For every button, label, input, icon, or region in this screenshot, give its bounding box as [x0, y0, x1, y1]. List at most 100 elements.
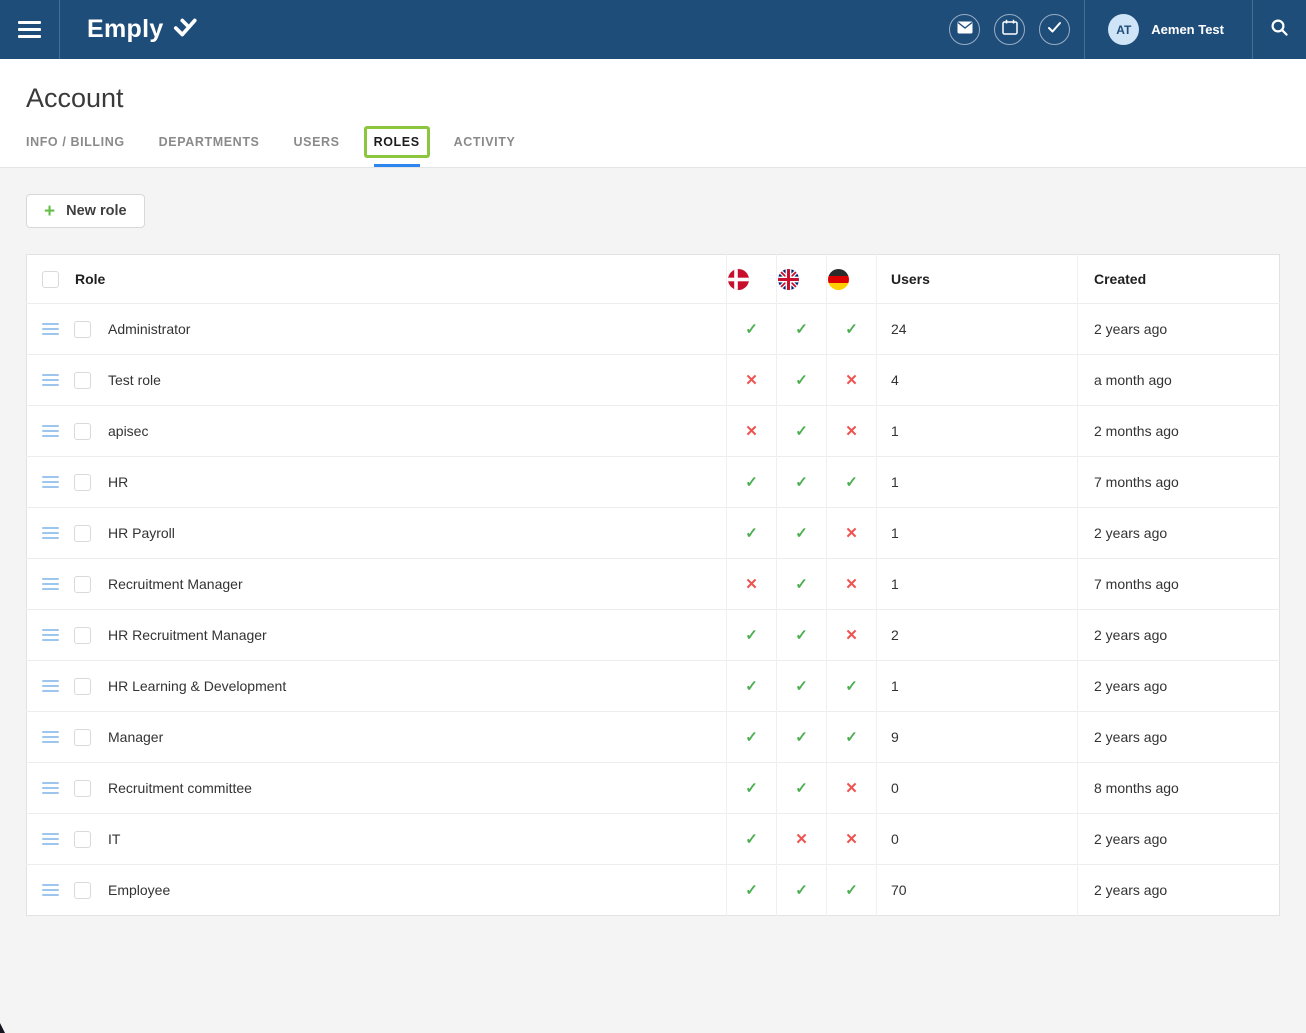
- users-count: 1: [891, 525, 899, 541]
- drag-handle-icon[interactable]: [42, 424, 59, 439]
- role-name[interactable]: Recruitment committee: [108, 780, 252, 796]
- table-row: Manager✓✓✓92 years ago: [27, 712, 1280, 763]
- cross-icon: ✕: [745, 372, 758, 389]
- users-count: 1: [891, 423, 899, 439]
- table-row: HR✓✓✓17 months ago: [27, 457, 1280, 508]
- drag-handle-icon[interactable]: [42, 373, 59, 388]
- drag-handle-icon[interactable]: [42, 475, 59, 490]
- messages-button[interactable]: [949, 14, 980, 45]
- drag-handle-icon[interactable]: [42, 679, 59, 694]
- table-row: apisec✕✓✕12 months ago: [27, 406, 1280, 457]
- cross-icon: ✕: [745, 576, 758, 593]
- tab-users[interactable]: USERS: [294, 135, 340, 167]
- drag-handle-icon[interactable]: [42, 322, 59, 337]
- row-checkbox[interactable]: [74, 576, 91, 593]
- user-menu[interactable]: AT Aemen Test: [1085, 0, 1252, 59]
- select-all-checkbox[interactable]: [42, 271, 59, 288]
- roles-table: Role: [26, 254, 1280, 916]
- created-column-header: Created: [1078, 255, 1280, 304]
- role-name[interactable]: HR Recruitment Manager: [108, 627, 267, 643]
- check-icon: ✓: [795, 576, 808, 593]
- tab-roles[interactable]: ROLES: [374, 135, 420, 167]
- role-name[interactable]: HR Payroll: [108, 525, 175, 541]
- tab-roles-label: ROLES: [374, 135, 420, 149]
- search-button[interactable]: [1253, 0, 1306, 59]
- calendar-button[interactable]: [994, 14, 1025, 45]
- role-name[interactable]: HR: [108, 474, 128, 490]
- new-role-button[interactable]: + New role: [26, 194, 145, 228]
- role-name[interactable]: Test role: [108, 372, 161, 388]
- check-icon: ✓: [745, 780, 758, 797]
- row-checkbox[interactable]: [74, 372, 91, 389]
- emply-logo-icon: [172, 14, 198, 45]
- tab-activity[interactable]: ACTIVITY: [454, 135, 516, 167]
- tasks-button[interactable]: [1039, 14, 1070, 45]
- drag-handle-icon[interactable]: [42, 832, 59, 847]
- uk-flag-icon: [778, 269, 799, 290]
- check-icon: ✓: [795, 321, 808, 338]
- roles-table-body: Administrator ✓ ✓ ✓ 24 2 years ago Test role ✕ ✓…: [27, 304, 1280, 916]
- check-icon: ✓: [795, 474, 808, 491]
- main-content: + New role Role: [0, 168, 1306, 942]
- cross-icon: ✕: [845, 372, 858, 389]
- users-count: 24: [891, 321, 907, 337]
- created-time: 2 years ago: [1094, 525, 1167, 541]
- check-icon: ✓: [795, 627, 808, 644]
- drag-handle-icon[interactable]: [42, 781, 59, 796]
- role-name[interactable]: Recruitment Manager: [108, 576, 243, 592]
- tab-departments[interactable]: DEPARTMENTS: [159, 135, 260, 167]
- germany-flag-icon: [828, 269, 849, 290]
- brand-name: Emply: [87, 15, 164, 44]
- drag-handle-icon[interactable]: [42, 883, 59, 898]
- created-time: 2 years ago: [1094, 831, 1167, 847]
- page-title: Account: [26, 59, 1280, 114]
- navbar: Emply: [0, 0, 1306, 59]
- row-checkbox[interactable]: [74, 678, 91, 695]
- created-time: 2 years ago: [1094, 729, 1167, 745]
- check-icon: ✓: [845, 474, 858, 491]
- check-icon: [1047, 21, 1062, 39]
- drag-handle-icon[interactable]: [42, 526, 59, 541]
- page-header: Account INFO / BILLING DEPARTMENTS USERS…: [0, 59, 1306, 168]
- users-column-header: Users: [877, 255, 1078, 304]
- created-time: 2 years ago: [1094, 321, 1167, 337]
- role-name[interactable]: apisec: [108, 423, 148, 439]
- check-icon: ✓: [745, 474, 758, 491]
- row-checkbox[interactable]: [74, 525, 91, 542]
- check-icon: ✓: [795, 525, 808, 542]
- tab-info-billing[interactable]: INFO / BILLING: [26, 135, 125, 167]
- row-checkbox[interactable]: [74, 321, 91, 338]
- table-row: Administrator✓✓✓242 years ago: [27, 304, 1280, 355]
- cross-icon: ✕: [845, 780, 858, 797]
- drag-handle-icon[interactable]: [42, 577, 59, 592]
- role-name[interactable]: Employee: [108, 882, 170, 898]
- users-count: 1: [891, 474, 899, 490]
- cross-icon: ✕: [845, 831, 858, 848]
- users-count: 1: [891, 678, 899, 694]
- row-checkbox[interactable]: [74, 780, 91, 797]
- row-checkbox[interactable]: [74, 882, 91, 899]
- users-count: 70: [891, 882, 907, 898]
- cross-icon: ✕: [795, 831, 808, 848]
- check-icon: ✓: [795, 882, 808, 899]
- row-checkbox[interactable]: [74, 423, 91, 440]
- drag-handle-icon[interactable]: [42, 730, 59, 745]
- drag-handle-icon[interactable]: [42, 628, 59, 643]
- cross-icon: ✕: [845, 525, 858, 542]
- row-checkbox[interactable]: [74, 474, 91, 491]
- users-count: 2: [891, 627, 899, 643]
- hamburger-menu-button[interactable]: [0, 0, 60, 59]
- role-name[interactable]: HR Learning & Development: [108, 678, 286, 694]
- check-icon: ✓: [745, 729, 758, 746]
- check-icon: ✓: [795, 423, 808, 440]
- hamburger-icon: [18, 17, 41, 42]
- row-checkbox[interactable]: [74, 831, 91, 848]
- role-name[interactable]: Manager: [108, 729, 163, 745]
- role-name[interactable]: Administrator: [108, 321, 190, 337]
- check-icon: ✓: [845, 729, 858, 746]
- avatar: AT: [1108, 14, 1139, 45]
- brand-logo[interactable]: Emply: [87, 14, 198, 45]
- row-checkbox[interactable]: [74, 729, 91, 746]
- role-name[interactable]: IT: [108, 831, 120, 847]
- row-checkbox[interactable]: [74, 627, 91, 644]
